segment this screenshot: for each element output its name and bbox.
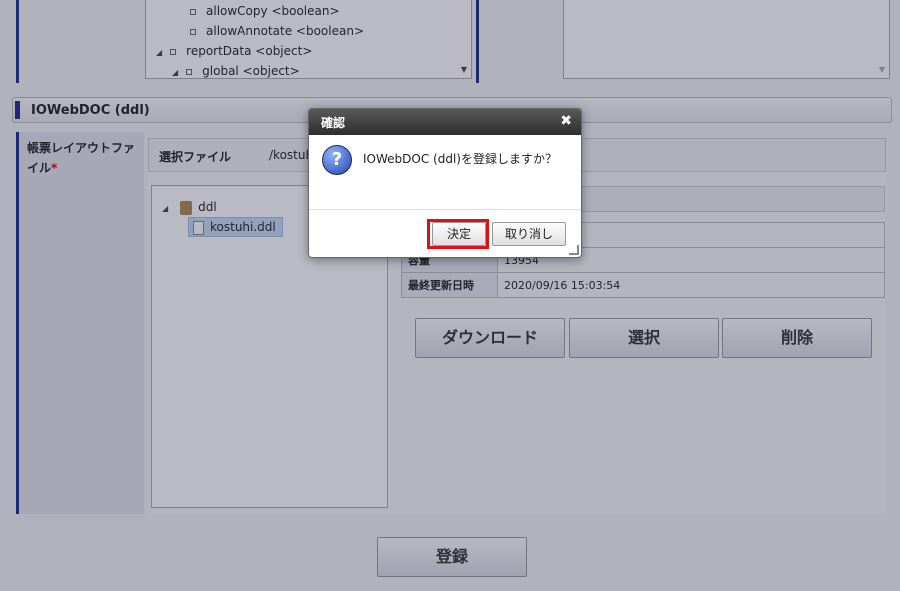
resize-grip-icon[interactable] bbox=[569, 245, 579, 255]
close-icon[interactable]: ✖ bbox=[560, 113, 572, 129]
dialog-title: 確認 bbox=[321, 116, 346, 130]
highlight-box bbox=[427, 219, 489, 249]
dialog-titlebar[interactable]: 確認 ✖ bbox=[309, 109, 581, 135]
dialog-divider bbox=[309, 209, 581, 210]
cancel-button[interactable]: 取り消し bbox=[492, 222, 566, 246]
dialog-message: IOWebDOC (ddl)を登録しますか？ bbox=[363, 152, 557, 166]
modal-overlay bbox=[0, 0, 900, 591]
confirm-dialog: 確認 ✖ ? IOWebDOC (ddl)を登録しますか？ 決定 取り消し bbox=[308, 108, 582, 258]
question-icon: ? bbox=[322, 145, 352, 175]
